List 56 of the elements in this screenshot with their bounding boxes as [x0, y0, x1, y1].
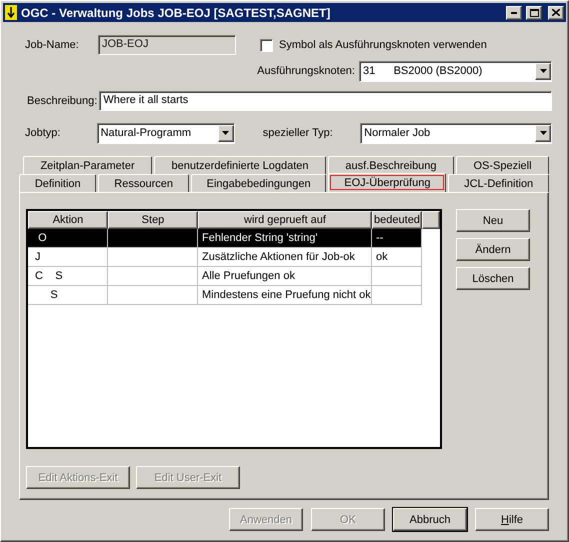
table-row[interactable]: C S Alle Pruefungen ok — [28, 267, 422, 286]
dialog-button[interactable]: Abbruch — [393, 508, 467, 531]
tab[interactable]: Eingabebedingungen — [190, 174, 326, 192]
dropdown-arrow-icon — [540, 131, 547, 135]
symbol-checkbox-label: Symbol als Ausführungsknoten verwenden — [279, 39, 487, 51]
column-header[interactable]: Step — [108, 211, 198, 229]
close-icon — [552, 9, 560, 16]
table-cell: -- — [372, 229, 422, 248]
tab[interactable]: JCL-Definition — [448, 174, 549, 192]
table-row[interactable]: S Mindestens eine Pruefung nicht ok — [28, 286, 422, 305]
tab[interactable]: Zeitplan-Parameter — [23, 156, 152, 174]
description-field[interactable]: Where it all starts — [99, 91, 552, 111]
table-cell: Mindestens eine Pruefung nicht ok — [198, 286, 372, 305]
app-icon — [5, 5, 17, 20]
maximize-button[interactable] — [526, 6, 542, 20]
table-cell — [372, 267, 422, 286]
table-cell: S — [28, 286, 108, 305]
tab[interactable]: Definition — [19, 174, 96, 192]
dialog-button[interactable]: Hilfe — [475, 508, 549, 531]
table-cell: ok — [372, 248, 422, 267]
table-row[interactable]: J Zusätzliche Aktionen für Job-ok ok — [28, 248, 422, 267]
job-type-label: Jobtyp: — [25, 127, 62, 139]
column-header[interactable]: bedeuted — [372, 211, 422, 229]
job-name-field[interactable]: JOB-EOJ — [98, 35, 236, 55]
special-type-dropdown[interactable]: Normaler Job — [360, 122, 552, 144]
minimize-icon — [511, 12, 517, 14]
maximize-icon — [530, 8, 538, 16]
column-header[interactable]: wird geprueft auf — [198, 211, 372, 229]
table-cell: O — [28, 229, 108, 248]
table-cell: C S — [28, 267, 108, 286]
action-button[interactable]: Ändern — [456, 238, 530, 261]
action-button[interactable]: Neu — [456, 209, 530, 232]
table-cell: J — [28, 248, 108, 267]
tab[interactable]: EOJ-Überprüfung — [328, 173, 446, 192]
close-button[interactable] — [548, 6, 564, 20]
minimize-button[interactable] — [506, 6, 522, 20]
table-cell: Alle Pruefungen ok — [198, 267, 372, 286]
action-button[interactable]: Löschen — [456, 267, 530, 290]
table-cell: Zusätzliche Aktionen für Job-ok — [198, 248, 372, 267]
dropdown-arrow-icon — [222, 131, 230, 135]
column-header[interactable]: Aktion — [28, 211, 108, 229]
node-dropdown[interactable]: 31 BS2000 (BS2000) — [359, 60, 552, 82]
window-title: OGC - Verwaltung Jobs JOB-EOJ [SAGTEST,SAGNET] — [21, 6, 332, 20]
tab[interactable]: benutzerdefinierte Logdaten — [154, 156, 326, 174]
table-cell — [372, 286, 422, 305]
tab[interactable]: Ressourcen — [98, 174, 189, 192]
table-cell: Fehlender String 'string' — [198, 229, 372, 248]
table-row[interactable]: O Fehlender String 'string' -- — [28, 229, 422, 248]
special-type-label: spezieller Typ: — [262, 127, 334, 139]
job-type-dropdown[interactable]: Natural-Programm — [96, 122, 235, 144]
symbol-checkbox[interactable] — [260, 38, 273, 52]
dropdown-arrow-icon — [540, 69, 546, 73]
job-name-label: Job-Name: — [25, 39, 80, 51]
tab[interactable]: OS-Speziell — [456, 156, 549, 174]
node-label: Ausführungsknoten: — [257, 65, 355, 77]
description-label: Beschreibung: — [27, 95, 98, 107]
